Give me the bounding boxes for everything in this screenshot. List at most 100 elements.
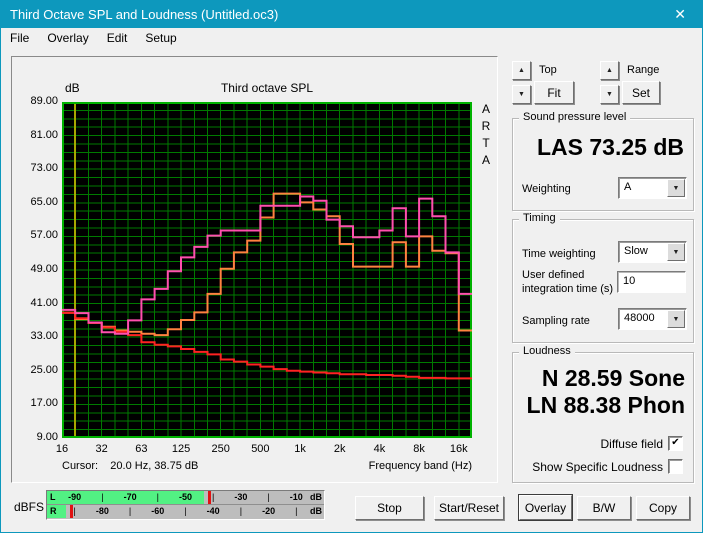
loudness-group: Loudness N 28.59 Sone LN 88.38 Phon Diff… [512,345,694,483]
meter-scale-tick: | [239,506,243,516]
diffuse-field-label: Diffuse field [600,437,663,451]
title-bar[interactable]: Third Octave SPL and Loudness (Untitled.… [1,1,702,28]
chart-curve-orange-trace [62,192,472,337]
overlay-button[interactable]: Overlay [518,494,573,521]
y-tick-label: 17.00 [30,397,58,410]
meter-channel-label: L [50,492,56,502]
level-meter: L -90 -70 -50 -30 -10 | | | | dB R -80 -60 -40 -20 | | | | |… [46,490,325,520]
time-weighting-label: Time weighting [522,248,596,260]
fit-button-label: Fit [547,85,561,100]
arrow-down-icon: ▼ [518,91,525,98]
integration-time-label: User defined integration time (s) [522,269,614,295]
meter-scale-label: -40 [206,506,220,516]
loudness-group-label: Loudness [519,345,575,357]
x-tick-label: 8k [413,443,425,455]
window-title: Third Octave SPL and Loudness (Untitled.… [10,7,279,22]
dropdown-arrow-icon[interactable]: ▼ [667,310,685,328]
loudness-sone-value: N 28.59 Sone [541,365,685,391]
x-tick-label: 32 [95,443,108,455]
cursor-readout: Cursor: 20.0 Hz, 38.75 dB [62,460,199,472]
dropdown-arrow-icon[interactable]: ▼ [667,179,685,197]
stop-button-label: Stop [377,501,402,515]
sampling-rate-select[interactable]: 48000 ▼ [618,308,687,330]
overlay-button-label: Overlay [524,500,567,515]
set-button-label: Set [631,85,650,100]
weighting-select[interactable]: A ▼ [618,177,687,199]
arta-watermark: A R T A [481,102,491,167]
spl-group-label: Sound pressure level [519,111,631,123]
weighting-label: Weighting [522,183,571,195]
top-up-button[interactable]: ▲ [512,61,531,80]
menu-item-file[interactable]: File [1,28,38,45]
top-down-button[interactable]: ▼ [512,85,531,104]
meter-scale-label: -50 [178,492,193,502]
dbfs-label: dBFS [14,500,45,514]
meter-unit-label: dB [310,492,322,502]
meter-scale-tick: | [184,506,187,516]
x-tick-label: 500 [251,443,270,455]
y-tick-label: 89.00 [30,95,58,107]
meter-scale-label: -10 [289,492,303,502]
meter-scale-tick: | [73,506,76,516]
range-up-button[interactable]: ▲ [600,61,619,80]
arrow-up-icon: ▲ [606,67,613,74]
meter-unit-label: dB [310,506,322,516]
x-tick-label: 1k [294,443,306,455]
bw-button[interactable]: B/W [577,496,631,520]
x-tick-label: 2k [333,443,346,455]
x-tick-label: 63 [135,443,148,455]
x-tick-label: 125 [171,443,191,455]
copy-button[interactable]: Copy [636,496,690,520]
range-down-button[interactable]: ▼ [600,85,619,104]
meter-scale-tick: | [101,492,104,502]
chart-panel: dB Third octave SPL A R T A 89.00 81.00 73… [11,56,498,483]
meter-row-l: L -90 -70 -50 -30 -10 | | | | dB [47,491,324,504]
weighting-value: A [624,181,632,193]
meter-scale-label: -20 [262,506,276,516]
x-tick-label: 16k [449,443,468,455]
meter-scale-tick: | [267,492,270,502]
dropdown-arrow-icon[interactable]: ▼ [667,243,685,261]
x-tick-label: 16 [55,443,69,455]
timing-group: Timing Time weighting Slow ▼ User define… [512,212,694,343]
meter-scale-tick: | [295,506,298,516]
meter-scale-tick: | [156,492,159,502]
spl-plot-area[interactable] [62,102,472,438]
x-tick-label: 250 [211,443,230,455]
spl-group: Sound pressure level LAS 73.25 dB Weight… [512,111,694,211]
show-specific-loudness-checkbox[interactable] [668,459,683,474]
menu-item-edit[interactable]: Edit [98,28,137,45]
y-tick-label: 65.00 [30,195,58,208]
spl-value: LAS 73.25 dB [537,134,684,160]
loudness-phon-value: LN 88.38 Phon [526,392,685,418]
menu-item-setup[interactable]: Setup [136,28,185,45]
x-axis-label: Frequency band (Hz) [368,460,472,472]
meter-scale-label: -80 [95,506,109,516]
time-weighting-select[interactable]: Slow ▼ [618,241,687,263]
sampling-rate-value: 48000 [624,312,655,324]
start-reset-button[interactable]: Start/Reset [434,496,504,520]
timing-group-label: Timing [519,212,560,224]
meter-scale-label: -90 [68,492,82,502]
meter-row-r: R -80 -60 -40 -20 | | | | | dB [47,504,324,518]
y-tick-label: 9.00 [36,431,58,443]
diffuse-field-checkbox[interactable]: ✔ [668,436,683,451]
copy-button-label: Copy [648,501,677,515]
time-weighting-value: Slow [624,245,648,257]
set-button[interactable]: Set [622,81,660,104]
meter-scale-tick: | [212,492,215,502]
menu-bar: File Overlay Edit Setup [1,28,702,50]
menu-item-overlay[interactable]: Overlay [38,28,97,45]
stop-button[interactable]: Stop [355,496,424,520]
meter-channel-label: R [50,506,57,516]
y-tick-label: 41.00 [30,296,58,309]
chart-title: Third octave SPL [220,81,314,95]
y-tick-label: 25.00 [30,363,58,376]
close-icon[interactable]: ✕ [674,6,686,23]
integration-time-input[interactable]: 10 [617,271,686,293]
meter-scale-label: -30 [234,492,248,502]
bw-button-label: B/W [592,501,616,515]
top-label: Top [539,64,557,76]
range-label: Range [627,64,660,76]
fit-button[interactable]: Fit [534,81,574,104]
